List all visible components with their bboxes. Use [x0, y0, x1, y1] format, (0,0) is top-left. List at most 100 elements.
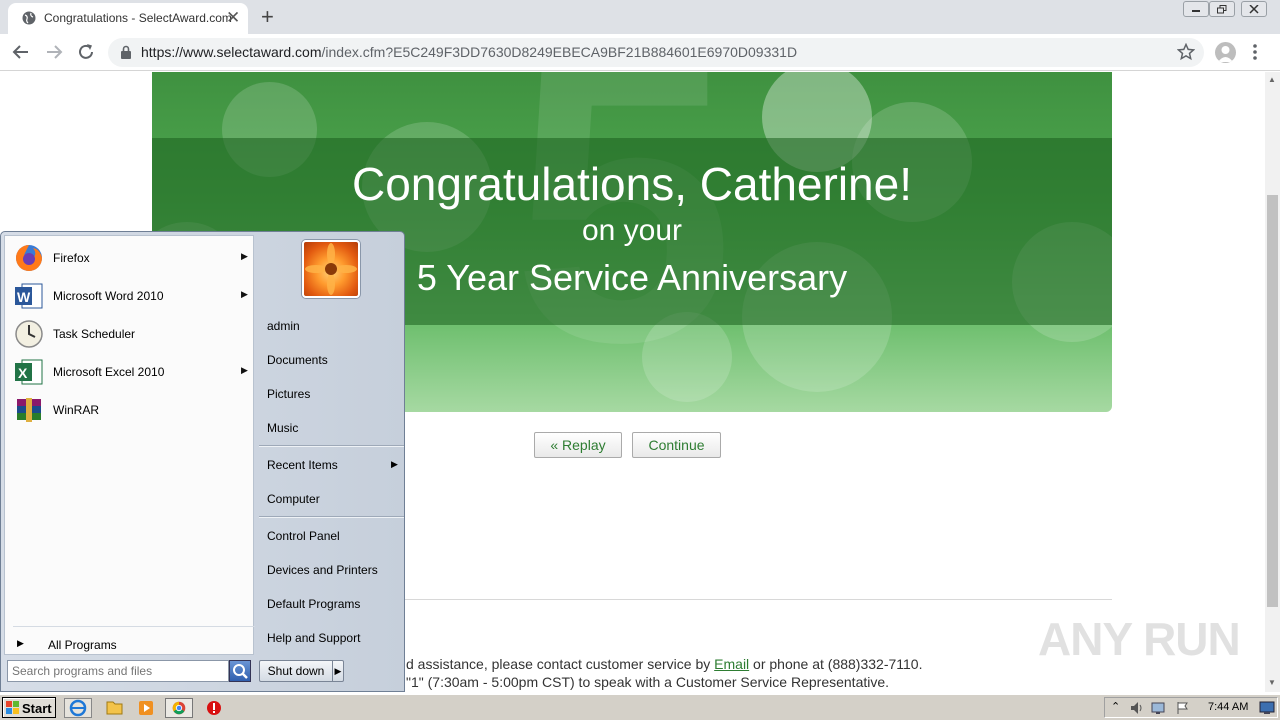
new-tab-button[interactable]: + [261, 5, 274, 29]
close-window-button[interactable] [1241, 1, 1267, 17]
all-programs-arrow-icon: ▶ [17, 638, 24, 648]
shutdown-options-button[interactable]: ▶ [332, 660, 344, 682]
bookmark-star-icon[interactable] [1177, 43, 1195, 61]
stop-sign-icon[interactable] [200, 698, 228, 718]
tab-close-icon[interactable]: ✕ [226, 8, 240, 28]
start-menu-separator [259, 516, 404, 518]
task-scheduler-icon [15, 320, 43, 348]
lock-icon [121, 45, 131, 59]
scroll-up-icon[interactable]: ▲ [1268, 75, 1276, 84]
all-programs-label: All Programs [48, 638, 117, 652]
start-button[interactable]: Start [2, 697, 56, 718]
search-button[interactable] [229, 660, 251, 682]
user-avatar[interactable] [302, 240, 360, 298]
file-explorer-icon[interactable] [100, 698, 128, 718]
show-hidden-icons[interactable]: ⌃ [1111, 700, 1120, 713]
footer-text-end: or phone at (888)332-7110. [749, 656, 923, 672]
continue-button[interactable]: Continue [632, 432, 721, 458]
scroll-thumb[interactable] [1267, 195, 1278, 607]
congratulations-heading: Congratulations, Catherine! [352, 158, 912, 210]
forward-arrow-icon[interactable] [44, 42, 64, 62]
browser-tab-strip: Congratulations - SelectAward.com ✕ + [0, 0, 1280, 34]
program-task-scheduler[interactable]: Task Scheduler [11, 317, 253, 351]
profile-avatar-icon[interactable] [1215, 42, 1236, 63]
windows-flag-icon [6, 701, 19, 714]
internet-explorer-icon[interactable] [64, 698, 92, 718]
program-excel[interactable]: X Microsoft Excel 2010 ▶ [11, 355, 253, 389]
scroll-down-icon[interactable]: ▼ [1268, 678, 1276, 687]
firefox-icon [16, 245, 42, 271]
close-icon [1249, 5, 1259, 14]
search-icon [233, 664, 248, 679]
start-item-label: Pictures [267, 387, 311, 401]
start-search-input[interactable] [12, 664, 226, 678]
vertical-scrollbar[interactable]: ▲ ▼ [1265, 72, 1280, 692]
browser-tab[interactable]: Congratulations - SelectAward.com ✕ [8, 3, 248, 34]
svg-text:W: W [17, 289, 31, 305]
url-path: /index.cfm?E5C249F3DD7630D8249EBECA9BF21… [321, 44, 798, 60]
reload-icon[interactable] [76, 42, 96, 62]
start-item-label: Control Panel [267, 529, 340, 543]
restore-icon [1217, 5, 1227, 14]
start-item-pictures[interactable]: Pictures [259, 382, 404, 406]
restore-button[interactable] [1209, 1, 1235, 17]
tab-title: Congratulations - SelectAward.com [44, 11, 232, 25]
all-programs-item[interactable]: ▶ All Programs [15, 636, 251, 654]
start-item-label: Recent Items [267, 458, 338, 472]
start-item-label: Computer [267, 492, 320, 506]
program-winrar[interactable]: WinRAR [11, 393, 253, 427]
program-label: Microsoft Word 2010 [53, 289, 164, 303]
address-bar[interactable]: https://www.selectaward.com/index.cfm?E5… [108, 38, 1204, 67]
volume-icon[interactable] [1129, 701, 1145, 715]
email-link[interactable]: Email [714, 656, 749, 672]
back-arrow-icon[interactable] [11, 42, 31, 62]
start-item-control-panel[interactable]: Control Panel [259, 524, 404, 548]
network-icon[interactable] [1151, 701, 1169, 715]
system-tray: ⌃ 7:44 AM [1104, 697, 1278, 718]
start-search-box[interactable] [7, 660, 229, 682]
program-word[interactable]: W Microsoft Word 2010 ▶ [11, 279, 253, 313]
submenu-arrow-icon: ▶ [241, 365, 248, 375]
word-icon: W [15, 283, 43, 309]
anyrun-watermark: ANY RUN [1038, 613, 1241, 665]
shutdown-button[interactable]: Shut down [259, 660, 333, 682]
url-text: https://www.selectaward.com/index.cfm?E5… [141, 44, 797, 60]
chrome-icon[interactable] [165, 698, 193, 718]
start-item-music[interactable]: Music [259, 416, 404, 440]
globe-icon [22, 11, 36, 25]
start-item-label: Devices and Printers [267, 563, 378, 577]
start-menu-programs-pane: Firefox ▶ W Microsoft Word 2010 ▶ Task S… [4, 235, 255, 655]
start-item-documents[interactable]: Documents [259, 348, 404, 372]
footer-text-start: d assistance, please contact customer se… [406, 656, 715, 672]
replay-button[interactable]: « Replay [534, 432, 622, 458]
footer-contact-line: d assistance, please contact customer se… [406, 656, 922, 672]
footer-divider [404, 599, 1112, 600]
taskbar-clock[interactable]: 7:44 AM [1208, 701, 1248, 713]
show-desktop-icon[interactable] [1259, 701, 1275, 715]
start-menu-separator [259, 445, 404, 447]
url-host: https://www.selectaward.com [141, 44, 322, 60]
start-item-devices-printers[interactable]: Devices and Printers [259, 558, 404, 582]
start-item-computer[interactable]: Computer [259, 487, 404, 511]
kebab-menu-icon[interactable] [1252, 42, 1258, 62]
action-center-flag-icon[interactable] [1175, 701, 1191, 715]
start-item-label: admin [267, 319, 300, 333]
flower-icon [305, 243, 357, 295]
submenu-arrow-icon: ▶ [241, 251, 248, 261]
submenu-arrow-icon: ▶ [241, 289, 248, 299]
start-item-label: Default Programs [267, 597, 361, 611]
program-label: WinRAR [53, 403, 100, 417]
footer-hours-line: "1" (7:30am - 5:00pm CST) to speak with … [406, 674, 890, 690]
media-player-icon[interactable] [132, 698, 160, 718]
start-item-recent-items[interactable]: Recent Items ▶ [259, 453, 404, 477]
start-item-default-programs[interactable]: Default Programs [259, 592, 404, 616]
start-item-help-support[interactable]: Help and Support [259, 626, 404, 650]
minimize-button[interactable] [1183, 1, 1209, 17]
program-firefox[interactable]: Firefox ▶ [11, 241, 253, 275]
svg-text:X: X [18, 365, 28, 381]
start-item-admin[interactable]: admin [259, 314, 404, 338]
start-item-label: Help and Support [267, 631, 361, 645]
program-label: Microsoft Excel 2010 [53, 365, 165, 379]
start-item-label: Documents [267, 353, 328, 367]
start-menu: Firefox ▶ W Microsoft Word 2010 ▶ Task S… [0, 231, 405, 692]
